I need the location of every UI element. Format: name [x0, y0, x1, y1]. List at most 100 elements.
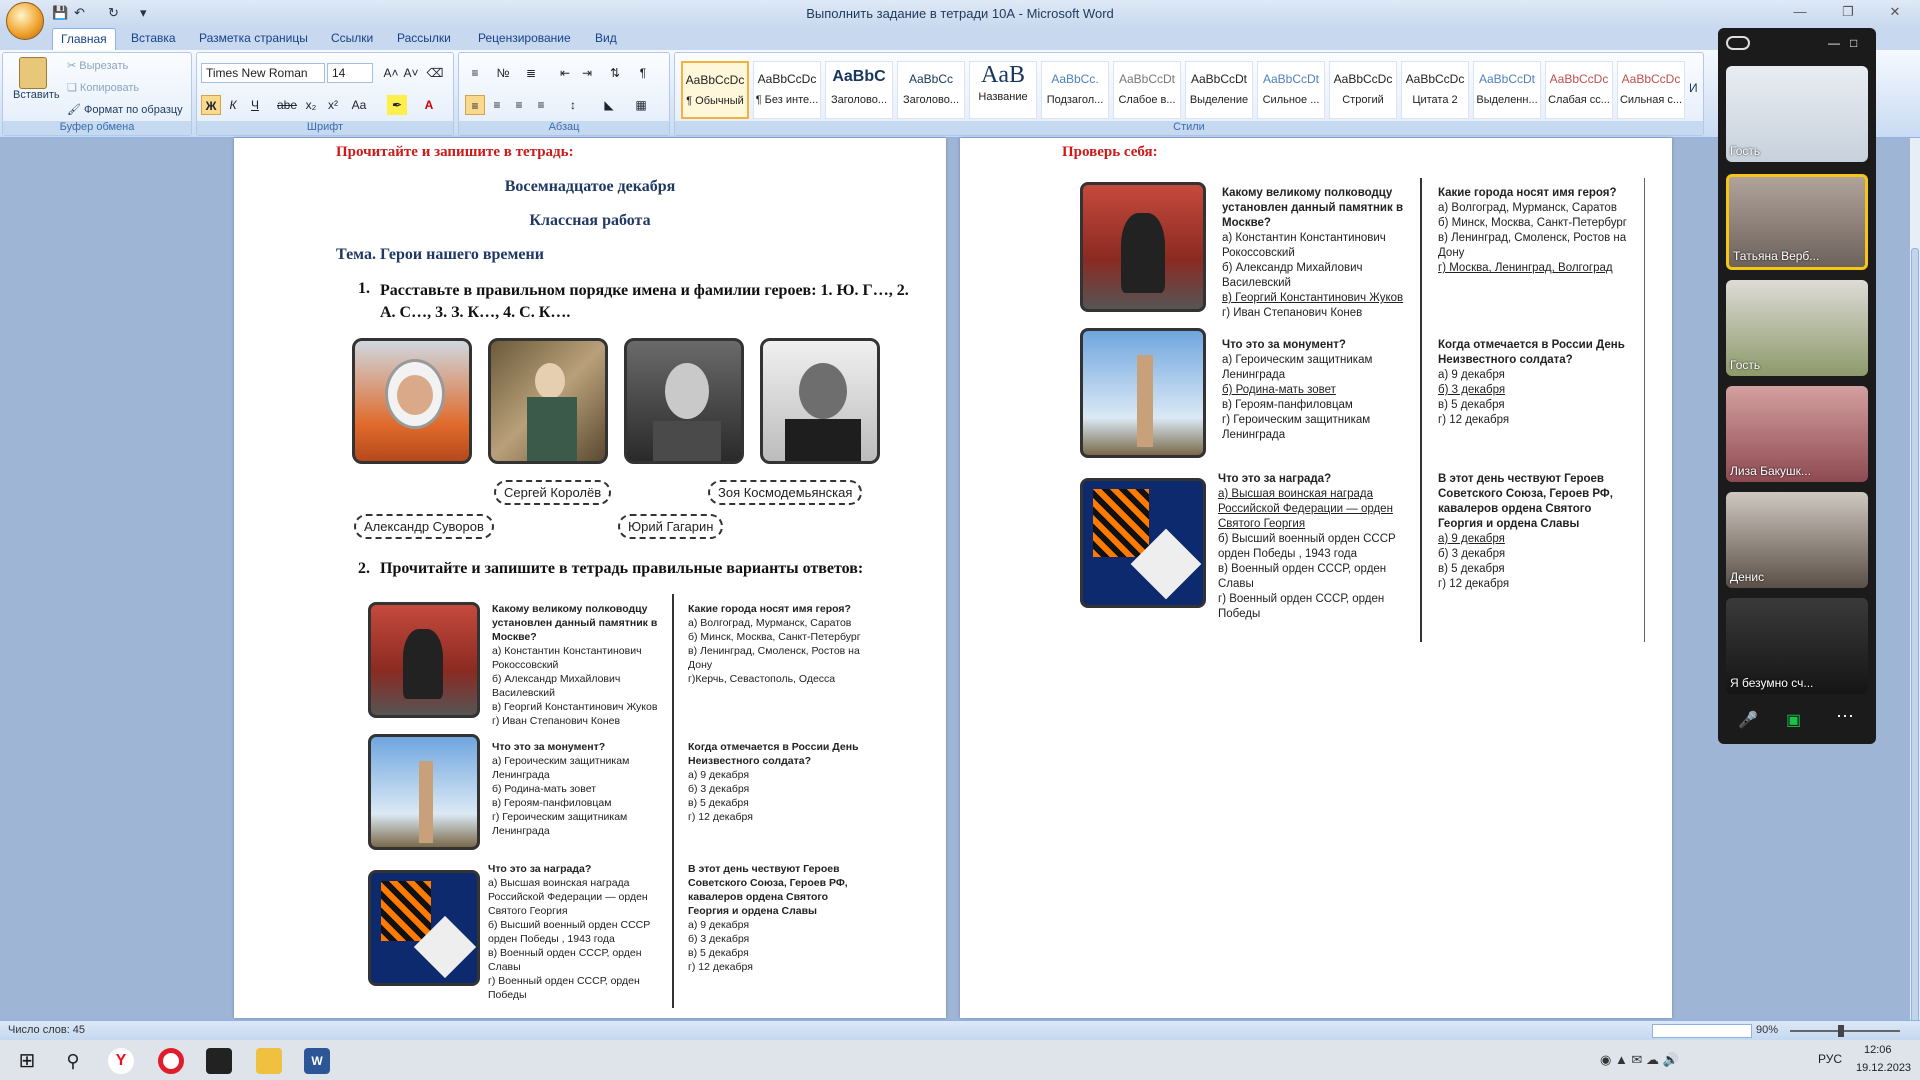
participant-tile[interactable]: Денис — [1726, 492, 1868, 588]
show-marks-icon[interactable]: ¶ — [633, 63, 653, 83]
style-14[interactable]: AaBbCcDc Сильная с... — [1617, 61, 1685, 119]
scroll-thumb[interactable] — [1911, 248, 1919, 1028]
name-card-korolev[interactable]: Сергей Королёв — [494, 480, 612, 505]
share-screen-icon[interactable]: ▣ — [1786, 710, 1801, 730]
style-13[interactable]: AaBbCcDc Слабая сс... — [1545, 61, 1613, 119]
clock-date[interactable]: 19.12.2023 — [1856, 1062, 1911, 1074]
language-indicator[interactable]: РУС — [1818, 1052, 1842, 1066]
participant-tile-screen[interactable]: Гость — [1726, 66, 1868, 162]
style-3[interactable]: AaBbC Заголово... — [825, 61, 893, 119]
word-count[interactable]: Число слов: 45 — [8, 1024, 85, 1036]
tab-view[interactable]: Вид — [595, 31, 617, 45]
zoom-level[interactable]: 90% — [1756, 1024, 1778, 1036]
redo-icon[interactable]: ↻ — [108, 5, 119, 23]
style-7[interactable]: AaBbCcDt Слабое в... — [1113, 61, 1181, 119]
grow-font-icon[interactable]: A˄ — [381, 63, 401, 83]
font-name-combo[interactable]: Times New Roman — [201, 63, 325, 83]
cut-button[interactable]: ✂ Вырезать — [67, 59, 128, 72]
numbering-icon[interactable]: № — [493, 63, 513, 83]
start-icon[interactable]: ⊞ — [14, 1048, 40, 1074]
strikethrough-icon[interactable]: abe — [277, 95, 297, 115]
tray-icons[interactable]: ◉ ▲ ✉ ☁ 🔊 — [1600, 1052, 1679, 1068]
bullets-icon[interactable]: ≡ — [465, 63, 485, 83]
name-card-kosmodemyanskaya[interactable]: Зоя Космодемьянская — [708, 480, 863, 505]
view-buttons[interactable] — [1652, 1024, 1752, 1038]
style-2[interactable]: AaBbCcDc ¶ Без инте... — [753, 61, 821, 119]
sort-icon[interactable]: ⇅ — [605, 63, 625, 83]
justify-icon[interactable]: ≡ — [531, 95, 551, 115]
name-card-gagarin[interactable]: Юрий Гагарин — [618, 514, 724, 539]
style-6[interactable]: AaBbCc. Подзагол... — [1041, 61, 1109, 119]
task1-text: Расставьте в правильном порядке имена и … — [380, 282, 909, 321]
a5-title: Что это за награда? — [1218, 473, 1332, 485]
style-9[interactable]: AaBbCcDt Сильное ... — [1257, 61, 1325, 119]
borders-icon[interactable]: ▦ — [631, 95, 651, 115]
tab-insert[interactable]: Вставка — [131, 31, 176, 45]
tab-page-layout[interactable]: Разметка страницы — [199, 31, 308, 45]
style-1[interactable]: AaBbCcDc ¶ Обычный — [681, 61, 749, 119]
font-size-combo[interactable]: 14 — [327, 63, 373, 83]
close-button[interactable]: ✕ — [1880, 4, 1910, 22]
office-button[interactable] — [6, 2, 44, 40]
style-11[interactable]: AaBbCcDc Цитата 2 — [1401, 61, 1469, 119]
line-spacing-icon[interactable]: ↕ — [563, 95, 583, 115]
participant-tile[interactable]: Лиза Бакушк... — [1726, 386, 1868, 482]
style-12[interactable]: AaBbCcDt Выделенн... — [1473, 61, 1541, 119]
minimize-button[interactable]: — — [1785, 4, 1815, 22]
superscript-icon[interactable]: x² — [323, 95, 343, 115]
zoom-slider[interactable] — [1790, 1030, 1900, 1032]
tab-home[interactable]: Главная — [52, 28, 116, 50]
q1-opt-b: б) Александр Михайлович Василевский — [492, 673, 621, 699]
italic-icon[interactable]: К — [223, 95, 243, 115]
participant-tile-active[interactable]: Татьяна Верб... — [1726, 174, 1868, 270]
underline-icon[interactable]: Ч — [245, 95, 265, 115]
copy-button[interactable]: ❏ Копировать — [67, 81, 139, 94]
tab-references[interactable]: Ссылки — [331, 31, 373, 45]
undo-icon[interactable]: ↶ — [74, 5, 85, 23]
file-explorer-icon[interactable] — [256, 1048, 282, 1074]
opera-icon[interactable] — [158, 1048, 184, 1074]
quiz-divider — [672, 594, 674, 1008]
change-case-icon[interactable]: Aa — [349, 95, 369, 115]
maximize-panel-icon[interactable]: □ — [1850, 36, 1857, 50]
name-card-suvorov[interactable]: Александр Суворов — [354, 514, 494, 539]
word-taskbar-icon[interactable]: W — [304, 1048, 330, 1074]
font-color-icon[interactable]: A — [419, 95, 439, 115]
customize-qat-icon[interactable]: ▾ — [140, 5, 147, 23]
minimize-panel-icon[interactable]: — — [1828, 36, 1840, 50]
quiz-q2: Какие города носят имя героя? а) Волгогра… — [688, 602, 864, 686]
change-styles-button[interactable]: И — [1689, 81, 1698, 95]
increase-indent-icon[interactable]: ⇥ — [577, 63, 597, 83]
clock-time[interactable]: 12:06 — [1864, 1044, 1892, 1056]
more-options-icon[interactable]: ⋯ — [1836, 706, 1854, 727]
align-left-icon[interactable]: ≡ — [465, 95, 485, 115]
subscript-icon[interactable]: x₂ — [301, 95, 321, 115]
style-5[interactable]: AaB Название — [969, 61, 1037, 119]
align-right-icon[interactable]: ≡ — [509, 95, 529, 115]
tab-review[interactable]: Рецензирование — [478, 31, 571, 45]
clear-format-icon[interactable]: ⌫ — [425, 63, 445, 83]
search-icon[interactable]: ⚲ — [60, 1048, 86, 1074]
format-painter-button[interactable]: 🖌 Формат по образцу — [67, 103, 183, 116]
style-10[interactable]: AaBbCcDc Строгий — [1329, 61, 1397, 119]
vertical-scrollbar[interactable] — [1910, 138, 1920, 1028]
recorder-app-icon[interactable] — [206, 1048, 232, 1074]
maximize-button[interactable]: ❐ — [1833, 4, 1863, 22]
style-4[interactable]: AaBbCc Заголово... — [897, 61, 965, 119]
mute-mic-icon[interactable]: 🎤 — [1738, 710, 1758, 730]
tab-mailings[interactable]: Рассылки — [397, 31, 451, 45]
shrink-font-icon[interactable]: A˅ — [401, 63, 421, 83]
paste-button[interactable]: Вставить — [13, 57, 60, 101]
highlight-icon[interactable]: ✒ — [387, 95, 407, 115]
style-8[interactable]: AaBbCcDt Выделение — [1185, 61, 1253, 119]
decrease-indent-icon[interactable]: ⇤ — [555, 63, 575, 83]
shading-icon[interactable]: ◣ — [599, 95, 619, 115]
bold-icon[interactable]: Ж — [201, 95, 221, 115]
save-icon[interactable]: 💾 — [52, 5, 68, 23]
align-center-icon[interactable]: ≡ — [487, 95, 507, 115]
participant-tile[interactable]: Гость — [1726, 280, 1868, 376]
yandex-browser-icon[interactable]: Y — [108, 1048, 134, 1074]
multilevel-list-icon[interactable]: ≣ — [521, 63, 541, 83]
zoom-slider-handle[interactable] — [1838, 1025, 1844, 1037]
participant-tile[interactable]: Я безумно сч... — [1726, 598, 1868, 694]
